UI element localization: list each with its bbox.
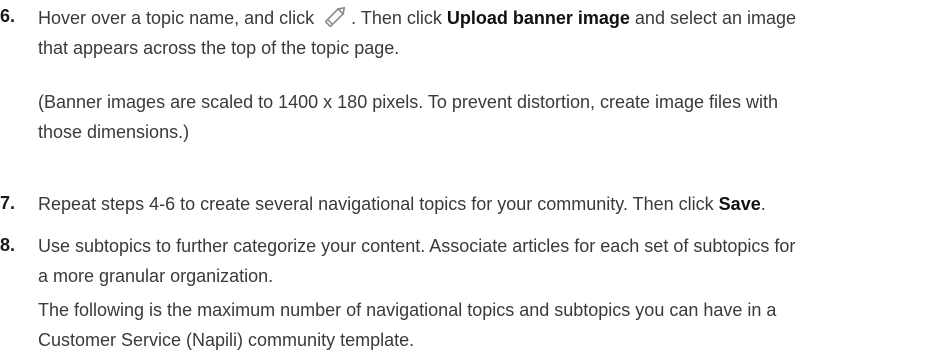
step-number: 7. <box>0 193 16 213</box>
step-8-line-1: Use subtopics to further categorize your… <box>38 236 796 256</box>
step-6-note-line-2: those dimensions.) <box>38 122 190 142</box>
save-label: Save <box>718 194 761 214</box>
document-content: 6. Hover over a topic name, and click . … <box>0 0 951 364</box>
step-8-line-2: a more granular organization. <box>38 266 274 286</box>
step-8-line-3: The following is the maximum number of n… <box>38 300 777 320</box>
step-7-text-post: . <box>760 194 766 214</box>
step-6-line-1: Hover over a topic name, and click . The… <box>38 4 796 36</box>
step-6-text-post: and select an image <box>629 8 797 28</box>
pencil-edit-icon <box>321 6 349 36</box>
step-7-text: Repeat steps 4-6 to create several navig… <box>38 194 719 214</box>
step-6-text-mid: . Then click <box>351 8 447 28</box>
step-number: 8. <box>0 235 16 255</box>
step-6-line-2: that appears across the top of the topic… <box>38 38 400 58</box>
step-7-line: Repeat steps 4-6 to create several navig… <box>38 190 766 218</box>
step-6-note-line-1: (Banner images are scaled to 1400 x 180 … <box>38 92 779 112</box>
step-8-line-4: Customer Service (Napili) community temp… <box>38 330 415 350</box>
step-6-text: Hover over a topic name, and click <box>38 8 315 28</box>
step-number: 6. <box>0 6 16 26</box>
upload-banner-image-label: Upload banner image <box>446 8 630 28</box>
